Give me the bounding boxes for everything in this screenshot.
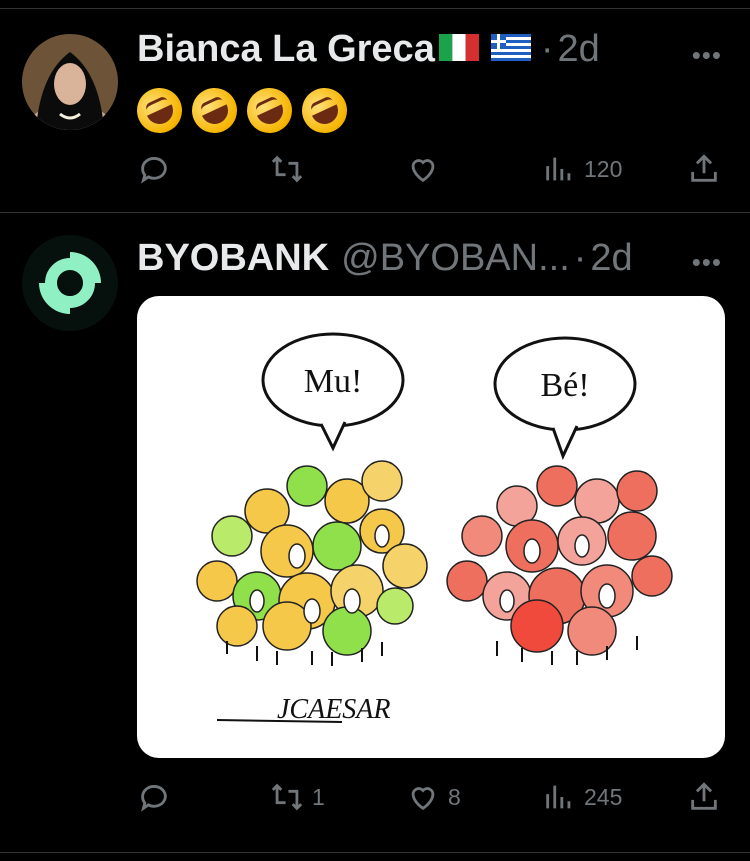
bottom-divider xyxy=(0,852,750,853)
separator-dot: · xyxy=(540,28,554,70)
left-flock xyxy=(196,460,428,666)
views-button[interactable]: 120 xyxy=(542,152,622,186)
views-icon xyxy=(546,157,571,181)
byobank-logo-icon xyxy=(22,235,118,331)
like-button[interactable] xyxy=(406,152,448,186)
like-button[interactable]: 8 xyxy=(406,780,461,814)
author-name[interactable]: BYOBANK xyxy=(137,237,329,280)
tweet-bianca[interactable]: Bianca La Greca · 2d ••• 120 xyxy=(0,0,750,212)
sheep-cartoon: Mu! Bé! JCAESAR xyxy=(196,332,673,725)
rolling-laughing-emoji-icon xyxy=(239,80,300,141)
rolling-laughing-emoji-icon xyxy=(294,80,355,141)
views-count: 245 xyxy=(584,783,623,810)
share-button[interactable] xyxy=(687,780,721,814)
greece-flag-icon xyxy=(490,34,531,66)
reply-button[interactable] xyxy=(137,780,179,814)
tweet-actions: 1 8 245 xyxy=(137,780,722,820)
author-name[interactable]: Bianca La Greca xyxy=(137,28,435,71)
share-button[interactable] xyxy=(687,152,721,186)
separator-dot: · xyxy=(573,237,587,279)
like-count: 8 xyxy=(448,783,461,810)
tweet-header: BYOBANK @BYOBAN... · 2d xyxy=(137,237,633,280)
views-count: 120 xyxy=(584,155,623,182)
author-handle[interactable]: @BYOBAN... xyxy=(341,237,570,280)
retweet-button[interactable]: 1 xyxy=(270,780,325,814)
retweet-button[interactable] xyxy=(270,152,312,186)
avatar-bianca[interactable] xyxy=(22,34,118,130)
retweet-icon xyxy=(271,783,303,811)
italy-flag-icon xyxy=(438,34,479,66)
timestamp[interactable]: 2d xyxy=(590,237,632,280)
retweet-icon xyxy=(271,155,303,183)
share-icon xyxy=(691,782,717,810)
tweet-header: Bianca La Greca · 2d xyxy=(137,28,600,71)
timestamp[interactable]: 2d xyxy=(557,28,599,71)
more-options-icon[interactable]: ••• xyxy=(692,247,722,278)
more-options-icon[interactable]: ••• xyxy=(692,40,722,71)
avatar-byobank[interactable] xyxy=(22,235,118,331)
reply-icon xyxy=(141,157,167,184)
heart-icon xyxy=(411,159,435,183)
reply-button[interactable] xyxy=(137,152,179,186)
heart-icon xyxy=(411,787,435,811)
tweet-text xyxy=(129,80,355,141)
views-icon xyxy=(546,785,571,809)
right-flock xyxy=(446,465,673,665)
tweet-image[interactable]: Mu! Bé! JCAESAR xyxy=(137,296,725,758)
views-button[interactable]: 245 xyxy=(542,780,622,814)
rolling-laughing-emoji-icon xyxy=(129,80,190,141)
tweet-actions: 120 xyxy=(137,152,722,192)
bubble-right-text: Bé! xyxy=(540,367,589,404)
retweet-count: 1 xyxy=(312,783,325,810)
reply-icon xyxy=(141,785,167,812)
tweet-byobank[interactable]: BYOBANK @BYOBAN... · 2d ••• Mu! Bé! JCAE… xyxy=(0,213,750,861)
rolling-laughing-emoji-icon xyxy=(184,80,245,141)
share-icon xyxy=(691,154,717,182)
bubble-left-text: Mu! xyxy=(304,363,363,400)
